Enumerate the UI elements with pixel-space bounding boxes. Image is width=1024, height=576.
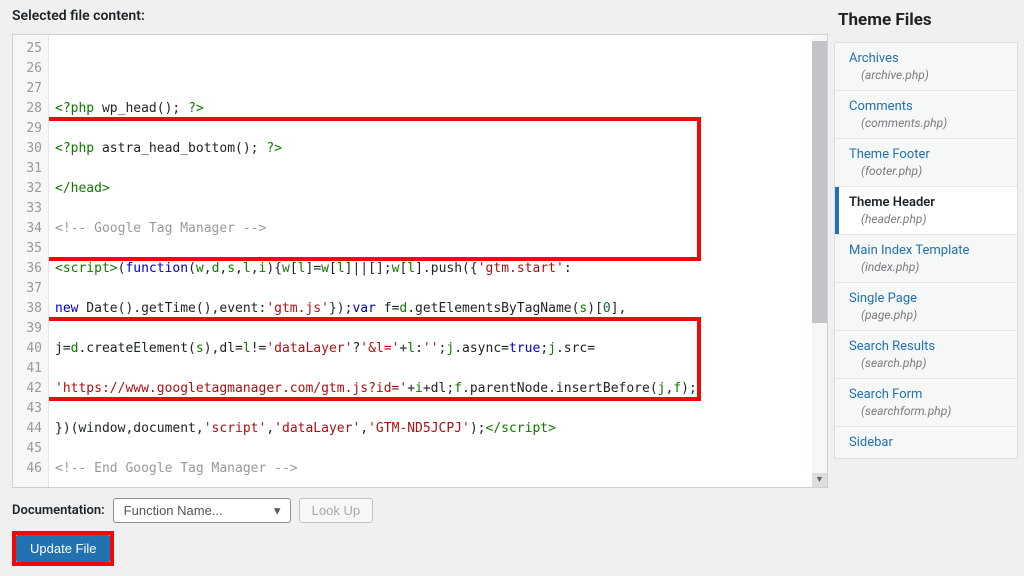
scrollbar-vertical[interactable]: ▼ (812, 35, 827, 487)
documentation-label: Documentation: (12, 503, 105, 518)
file-item-archives[interactable]: Archives (archive.php) (835, 43, 1017, 90)
line-gutter: 2526272829303132333435363738394041424344… (13, 35, 49, 487)
function-name-select[interactable]: Function Name... (113, 498, 291, 523)
sidebar-theme-files: Theme Files Archives (archive.php) Comme… (828, 0, 1024, 576)
section-title: Selected file content: (12, 0, 828, 34)
footer-bar: Documentation: Function Name... ▼ Look U… (12, 488, 828, 531)
file-item-index[interactable]: Main Index Template (index.php) (835, 234, 1017, 282)
update-file-button[interactable]: Update File (16, 535, 110, 562)
file-item-footer[interactable]: Theme Footer (footer.php) (835, 138, 1017, 186)
file-item-searchform[interactable]: Search Form (searchform.php) (835, 378, 1017, 426)
sidebar-heading: Theme Files (834, 0, 1018, 42)
highlight-box-update: Update File (12, 531, 114, 566)
scroll-arrow-down-icon[interactable]: ▼ (812, 473, 827, 487)
file-item-comments[interactable]: Comments (comments.php) (835, 90, 1017, 138)
file-item-sidebar[interactable]: Sidebar (835, 426, 1017, 458)
code-area[interactable]: <?php wp_head(); ?> <?php astra_head_bot… (49, 35, 827, 487)
file-item-page[interactable]: Single Page (page.php) (835, 282, 1017, 330)
scroll-thumb[interactable] (812, 41, 827, 323)
lookup-button[interactable]: Look Up (299, 498, 373, 523)
file-item-header[interactable]: Theme Header (header.php) (835, 186, 1017, 234)
file-item-search[interactable]: Search Results (search.php) (835, 330, 1017, 378)
code-editor[interactable]: 2526272829303132333435363738394041424344… (12, 34, 828, 488)
